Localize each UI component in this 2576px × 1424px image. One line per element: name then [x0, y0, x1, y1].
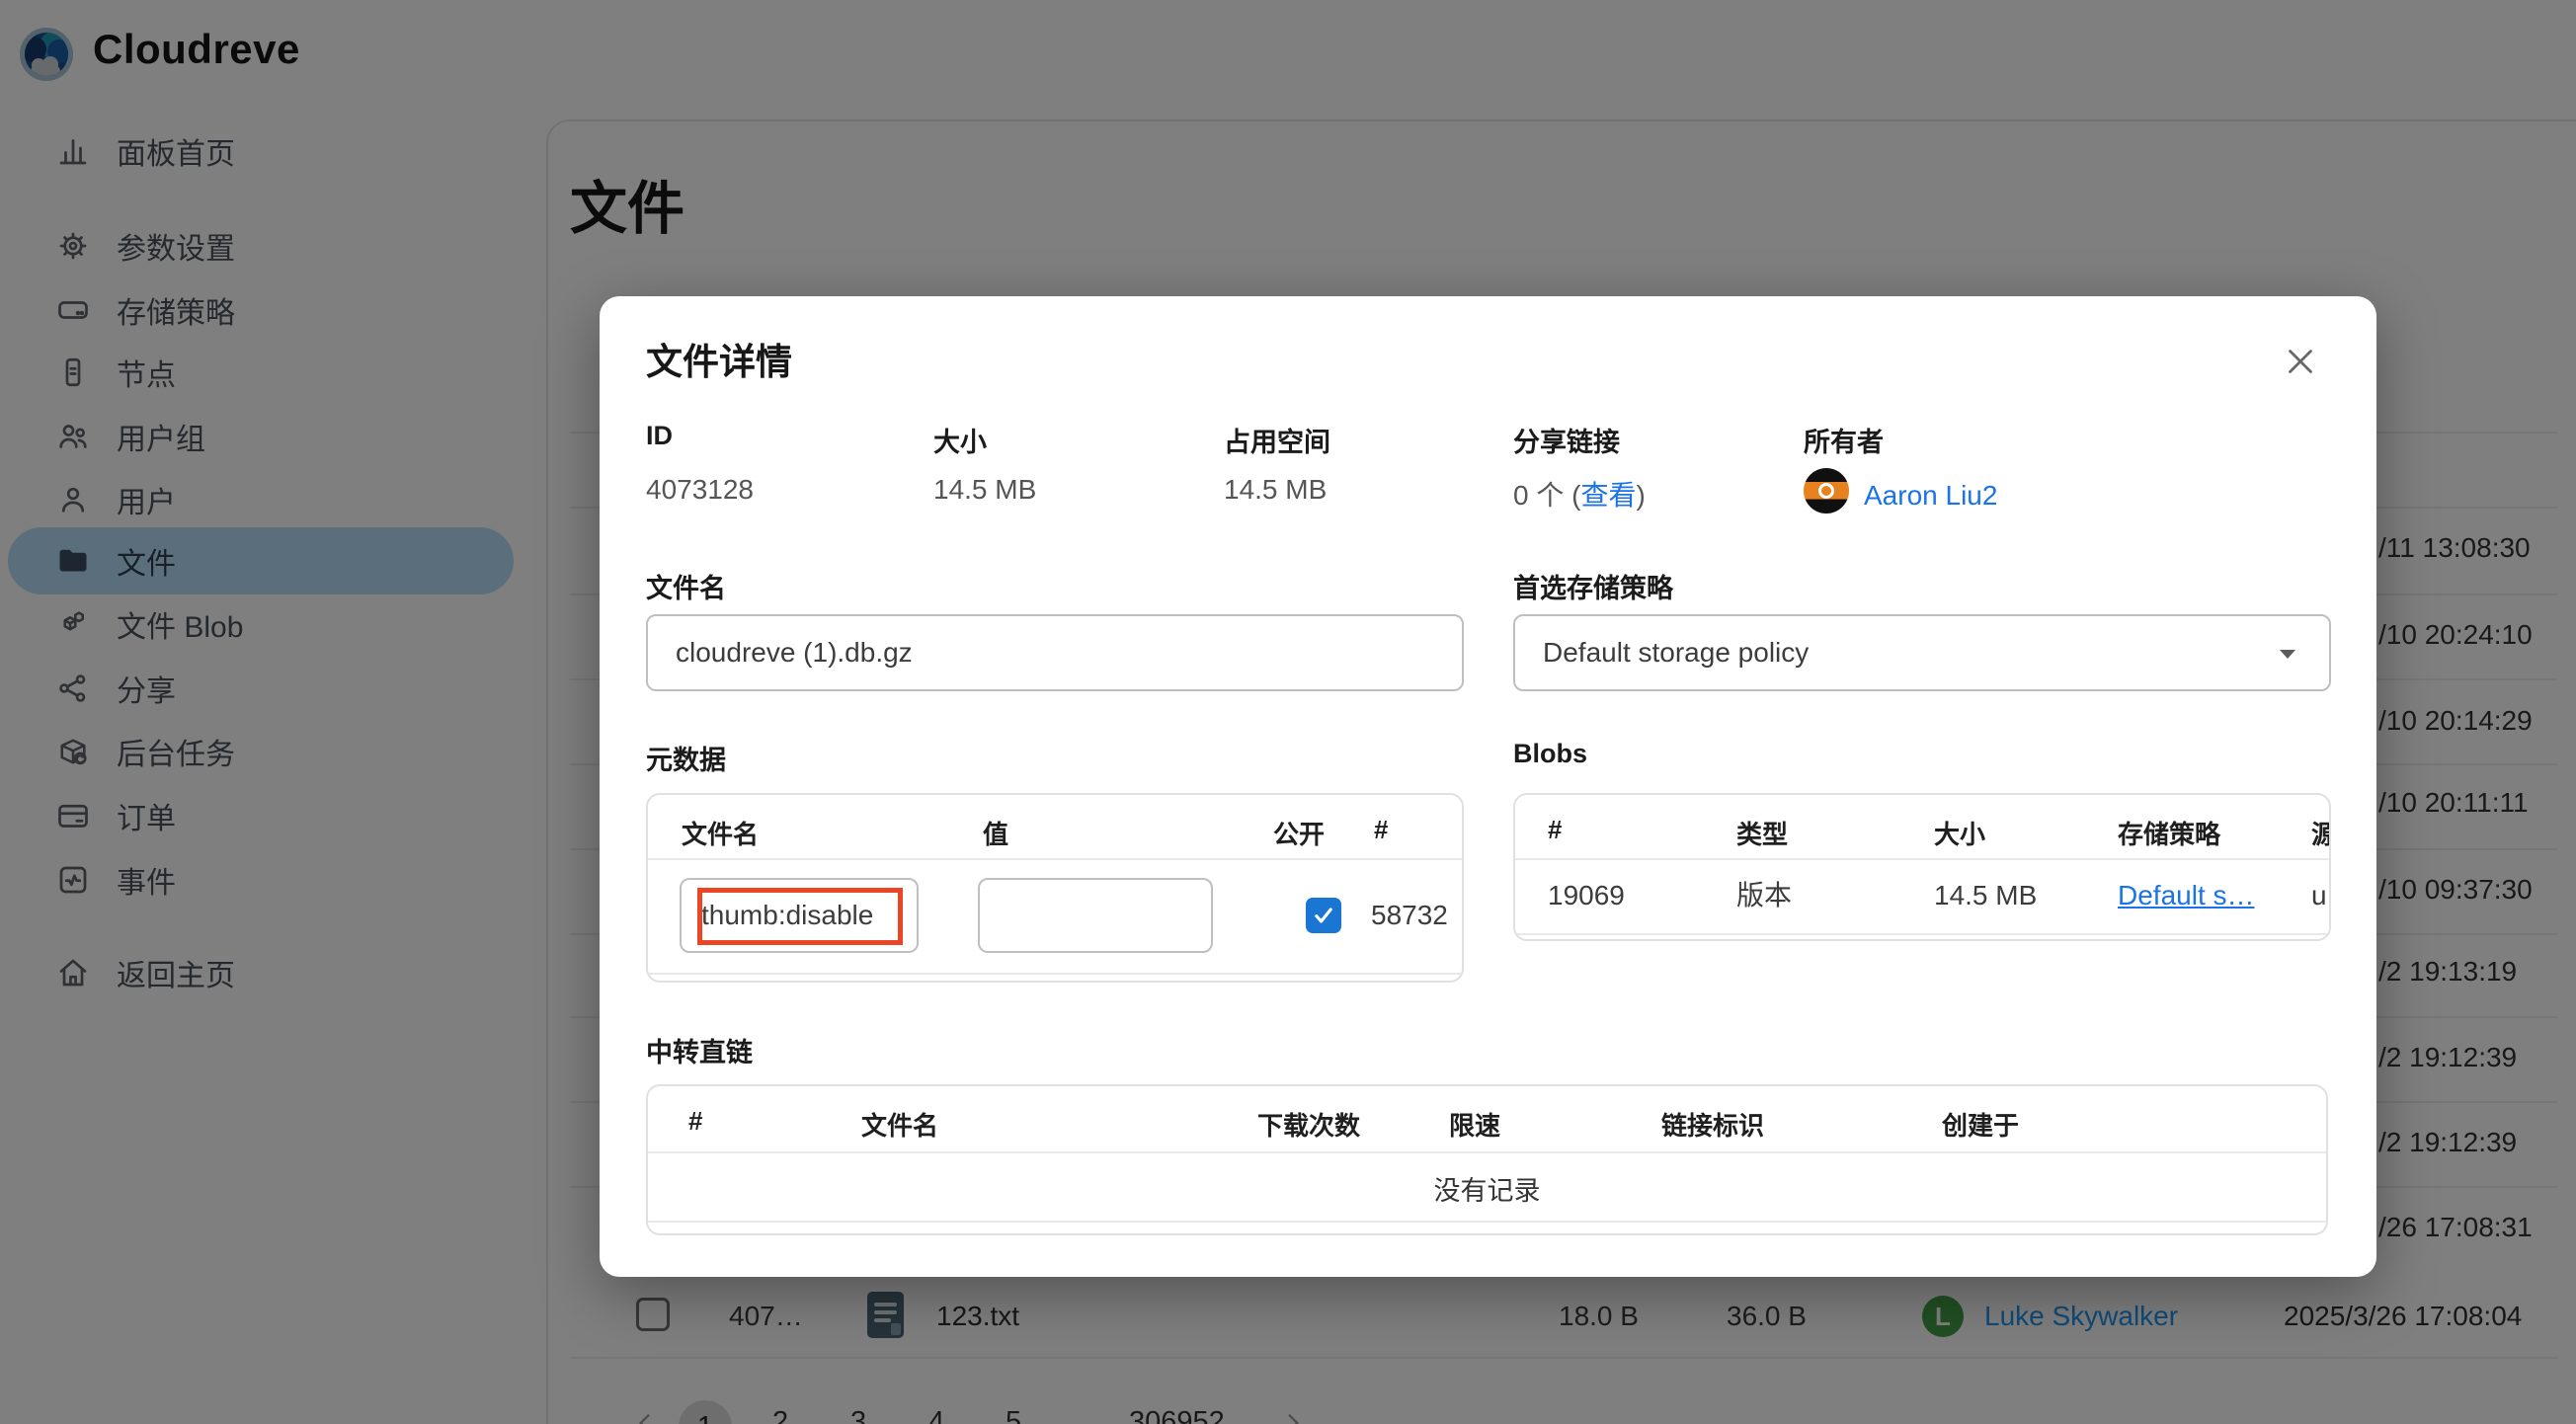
blob-row-policy-link[interactable]: Default s…	[2118, 858, 2255, 933]
filename-input[interactable]	[646, 614, 1464, 691]
screen: Cloudreve 面板首页 参数设置 存储策略 节点 用户组 用户 文件	[0, 0, 2576, 1424]
links-header-speed: 限速	[1449, 1106, 1500, 1143]
direct-links-table: # 文件名 下载次数 限速 链接标识 创建于 没有记录	[646, 1084, 2328, 1235]
share-view-link[interactable]: 查看	[1580, 480, 1636, 511]
share-suffix: )	[1636, 480, 1645, 511]
blobs-header-id: #	[1548, 815, 1562, 845]
blob-row-type: 版本	[1736, 858, 1792, 933]
policy-label: 首选存储策略	[1513, 567, 1673, 605]
blobs-header-policy: 存储策略	[2118, 815, 2220, 851]
file-details-modal: 文件详情 ID 4073128 大小 14.5 MB 占用空间 14.5 MB …	[600, 296, 2376, 1277]
direct-links-label: 中转直链	[646, 1031, 753, 1069]
policy-select[interactable]: Default storage policy	[1513, 614, 2331, 691]
close-icon[interactable]	[2279, 340, 2322, 383]
metadata-table: 文件名 值 公开 # 58732	[646, 793, 1464, 983]
blob-row-id: 19069	[1548, 858, 1625, 933]
metadata-header-name: 文件名	[682, 815, 759, 851]
links-header-token: 链接标识	[1661, 1106, 1764, 1143]
owner-link[interactable]: Aaron Liu2	[1864, 480, 1997, 512]
empty-records-text: 没有记录	[648, 1169, 2326, 1208]
metadata-header-public: 公开	[1273, 815, 1325, 851]
modal-title: 文件详情	[646, 332, 792, 385]
blob-row-source: u	[2311, 858, 2327, 933]
links-header-id: #	[688, 1106, 702, 1137]
share-count: 0 个 (	[1513, 480, 1580, 511]
metadata-label: 元数据	[646, 739, 726, 777]
metadata-row-id: 58732	[1371, 878, 1448, 953]
owner-label: 所有者	[1804, 421, 1884, 459]
size-label: 大小	[933, 421, 987, 459]
id-label: ID	[646, 421, 673, 451]
blobs-header-source: 源	[2311, 815, 2331, 851]
metadata-value-input[interactable]	[978, 878, 1213, 953]
blob-row-size: 14.5 MB	[1934, 858, 2037, 933]
links-header-name: 文件名	[861, 1106, 938, 1143]
blobs-table: # 类型 大小 存储策略 源 19069 版本 14.5 MB Default …	[1513, 793, 2331, 941]
space-value: 14.5 MB	[1224, 474, 1327, 506]
share-label: 分享链接	[1513, 421, 1620, 459]
filename-label: 文件名	[646, 567, 726, 605]
blobs-header-type: 类型	[1736, 815, 1788, 851]
owner-avatar[interactable]	[1804, 468, 1849, 514]
blobs-label: Blobs	[1513, 739, 1587, 769]
metadata-header-value: 值	[983, 815, 1008, 851]
id-value: 4073128	[646, 474, 754, 506]
metadata-public-checkbox[interactable]	[1306, 898, 1341, 933]
blobs-header-size: 大小	[1934, 815, 1985, 851]
metadata-header-id: #	[1374, 815, 1388, 845]
links-header-downloads: 下载次数	[1257, 1106, 1360, 1143]
links-header-created: 创建于	[1942, 1106, 2019, 1143]
policy-select-value: Default storage policy	[1543, 637, 1809, 669]
share-value: 0 个 (查看)	[1513, 474, 1646, 514]
space-label: 占用空间	[1224, 421, 1330, 459]
size-value: 14.5 MB	[933, 474, 1036, 506]
metadata-name-input[interactable]	[680, 878, 919, 953]
